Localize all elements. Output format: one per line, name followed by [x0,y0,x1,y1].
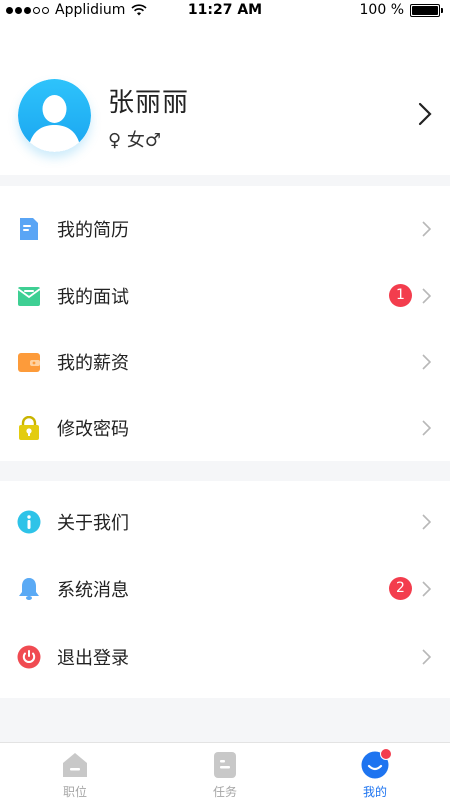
status-bar: Applidium 11:27 AM 100 % [0,0,450,22]
male-icon: ♂ [144,130,162,151]
tab-label: 职位 [62,785,87,799]
battery-percent: 100 % [359,2,404,18]
avatar[interactable] [18,79,91,152]
interview-icon [17,286,41,306]
task-icon [214,752,236,778]
chevron-right-icon [422,648,431,665]
lock-icon [19,415,39,440]
chevron-right-icon [422,287,431,304]
menu-item-label: 我的面试 [57,286,129,308]
gender-label: 女 [126,130,145,151]
battery-info: 100 % [359,2,443,18]
menu-item-system-messages[interactable]: 系统消息 2 [0,555,450,622]
menu-item-salary[interactable]: 我的薪资 [0,328,450,395]
user-name: 张丽丽 [108,88,190,118]
notification-badge: 2 [389,577,412,600]
notification-dot [380,748,392,760]
chevron-right-icon [422,353,431,370]
gender-row: ♀ 女♂ [108,126,161,152]
menu-item-label: 修改密码 [57,418,129,440]
tab-mine[interactable]: 我的 [300,743,450,800]
menu-item-label: 系统消息 [57,579,129,601]
battery-icon [410,3,443,17]
home-icon [63,753,87,777]
chevron-right-icon [422,513,431,530]
profile-card[interactable]: 张丽丽 ♀ 女♂ [0,22,450,175]
info-icon [17,510,41,533]
menu-section-secondary: 关于我们 系统消息 2 退出登录 [0,481,450,698]
tab-label: 任务 [212,785,237,799]
tab-label: 我的 [362,785,387,799]
power-icon [17,645,41,668]
menu-item-label: 退出登录 [57,647,129,669]
user-avatar-icon [18,79,91,152]
wallet-icon [18,352,40,372]
chevron-right-icon [422,419,431,436]
female-icon: ♀ [108,130,122,151]
chevron-right-icon[interactable] [418,102,432,126]
menu-item-label: 我的薪资 [57,352,129,374]
menu-section-primary: 我的简历 我的面试 1 我的薪资 修改密码 [0,186,450,461]
menu-item-label: 关于我们 [57,512,129,534]
chevron-right-icon [422,220,431,237]
menu-item-about[interactable]: 关于我们 [0,488,450,555]
menu-item-logout[interactable]: 退出登录 [0,623,450,690]
notification-badge: 1 [389,284,412,307]
resume-icon [20,217,38,240]
menu-item-change-password[interactable]: 修改密码 [0,394,450,461]
chevron-right-icon [422,580,431,597]
menu-item-interview[interactable]: 我的面试 1 [0,262,450,329]
tab-bar: 职位 任务 我的 [0,742,450,800]
menu-item-resume[interactable]: 我的简历 [0,195,450,262]
menu-item-label: 我的简历 [57,219,129,241]
bell-icon [19,577,39,600]
tab-jobs[interactable]: 职位 [0,743,150,800]
tab-tasks[interactable]: 任务 [150,743,300,800]
